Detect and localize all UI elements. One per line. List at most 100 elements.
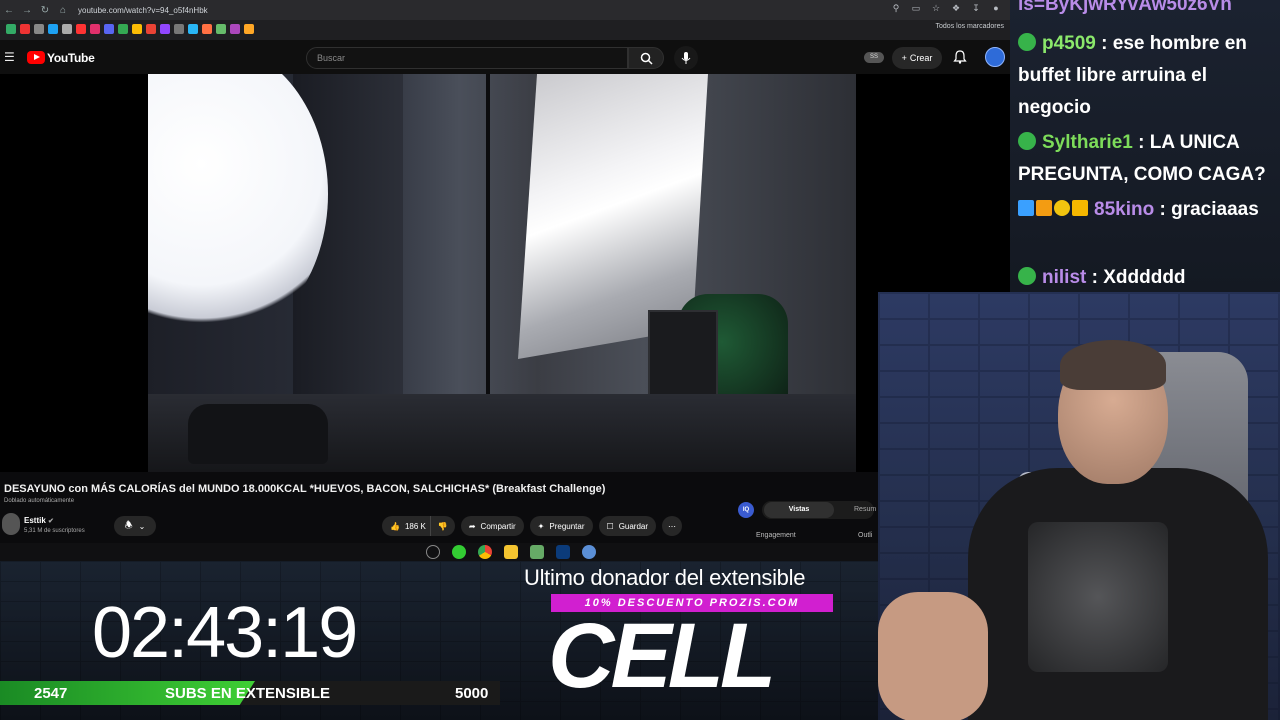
extension-badge[interactable]: SS [864,52,884,63]
chat-text: : graciaaas [1159,199,1259,220]
back-icon[interactable]: ← [0,1,18,19]
create-button[interactable]: + Crear [892,47,942,69]
chat-message-fragment: is=ByKjwRYvAw50z6Vh [1018,0,1232,15]
bookmark-icon[interactable] [20,24,30,34]
iq-badge[interactable]: IQ [738,502,754,518]
verified-icon: ✔ [48,518,54,525]
engagement-label: Engagement [756,532,796,539]
cast-icon[interactable]: ▭ [910,2,922,14]
channel-avatar[interactable] [2,513,20,535]
more-actions-button[interactable]: ⋯ [662,516,683,536]
notifications-bell-icon[interactable] [952,49,968,65]
bookmark-icon[interactable] [48,24,58,34]
bookmark-icon[interactable] [118,24,128,34]
chat-username: 85kino [1094,199,1155,220]
steam-icon[interactable] [426,545,440,559]
spotify-icon[interactable] [452,545,466,559]
youtube-logo-text[interactable]: YouTube [47,51,95,65]
ask-button[interactable]: ✦ Preguntar [529,516,593,536]
youtube-logo-icon[interactable] [27,51,45,64]
webcam-shirt-print [1028,522,1168,672]
tab-summary[interactable]: Resum [854,502,876,518]
chat-badge-icon [1036,199,1052,216]
profile-icon[interactable]: ● [990,2,1002,14]
extension-icon[interactable]: ❖ [950,2,962,14]
taskbar-icons [426,545,596,559]
search-button[interactable] [628,47,664,69]
channel-name-text: Esttik [24,516,46,525]
chat-message: 85kino : graciaaas [1018,194,1278,226]
star-icon[interactable]: ☆ [930,2,942,14]
bookmark-icon[interactable] [188,24,198,34]
video-scene-bag [188,404,328,464]
home-icon[interactable]: ⌂ [54,1,72,19]
promo-banner: 10% DESCUENTO PROZIS.COM [551,594,833,612]
hamburger-menu-icon[interactable]: ☰ [4,50,15,64]
like-button[interactable]: 👍 186 K [382,516,430,536]
bookmarks-folder[interactable]: Todos los marcadores [936,23,1004,30]
bookmark-icon[interactable] [34,24,44,34]
video-actions: 👍 186 K 👎 ➦ Compartir ✦ Preguntar ☐ Guar… [382,516,683,536]
stream-chat: is=ByKjwRYvAw50z6Vh p4509 : ese hombre e… [1010,0,1280,292]
tab-views[interactable]: Vistas [764,502,834,518]
bookmark-icon[interactable] [230,24,240,34]
bookmark-icon[interactable] [132,24,142,34]
bookmark-icon[interactable] [6,24,16,34]
bookmark-icon[interactable] [146,24,156,34]
app-icon[interactable] [530,545,544,559]
last-donor-name: CELL [548,605,776,707]
last-donor-heading: Ultimo donador del extensible [524,565,806,590]
bookmark-save-icon: ☐ [606,521,614,531]
bookmark-icon[interactable] [174,24,184,34]
chat-username: Syltharie1 [1042,132,1133,153]
forward-icon[interactable]: → [18,1,36,19]
sparkle-icon: ✦ [537,521,545,531]
bookmark-icon[interactable] [160,24,170,34]
reload-icon[interactable]: ↻ [36,1,54,19]
chat-badge-icon [1018,131,1036,150]
bookmark-icon[interactable] [76,24,86,34]
user-avatar[interactable] [985,47,1005,67]
microphone-icon [681,51,691,64]
app-icon[interactable] [582,545,596,559]
share-label: Compartir [480,521,516,531]
youtube-header: ☰ YouTube SS + Crear [0,40,1010,74]
channel-name[interactable]: Esttik ✔ [24,516,54,525]
video-player[interactable] [148,74,856,472]
subs-label: SUBS EN EXTENSIBLE [165,685,331,702]
bookmark-icon[interactable] [104,24,114,34]
zoom-icon[interactable]: ⚲ [890,2,902,14]
bookmark-icon[interactable] [202,24,212,34]
analytics-extension-panel: IQ Vistas Resum Engagement Outli [734,498,876,542]
photoshop-icon[interactable] [556,545,570,559]
stream-timer: 02:43:19 [92,593,358,673]
search-box [306,47,628,69]
chrome-icon[interactable] [478,545,492,559]
chevron-down-icon: ⌄ [138,521,146,531]
search-input[interactable] [307,48,607,68]
bookmark-icon[interactable] [244,24,254,34]
voice-search-button[interactable] [674,46,698,70]
ask-label: Preguntar [549,521,585,531]
thumbs-down-icon: 👎 [437,521,448,531]
webcam-streamer-hair [1060,340,1166,390]
chat-badge-icon [1018,199,1034,216]
browser-toolbar: ⚲ ▭ ☆ ❖ ↧ ● [890,2,1002,14]
chat-badge-icon [1018,32,1036,51]
bookmark-icon[interactable] [216,24,226,34]
save-button[interactable]: ☐ Guardar [598,516,657,536]
chat-badge-icon [1072,199,1088,216]
dislike-button[interactable]: 👎 [429,516,455,536]
download-icon[interactable]: ↧ [970,2,982,14]
bookmark-icon[interactable] [62,24,72,34]
more-dots-icon: ⋯ [668,521,677,531]
bell-icon: 🕭 [124,520,133,530]
bookmarks-bar: Todos los marcadores [0,20,1010,38]
share-button[interactable]: ➦ Compartir [460,516,524,536]
bookmark-icon[interactable] [90,24,100,34]
chat-username: nilist [1042,267,1087,288]
outlier-label: Outli [858,532,873,539]
url-text[interactable]: youtube.com/watch?v=94_o5f4nHbk [78,6,208,15]
subscription-bell-button[interactable]: 🕭 ⌄ [114,516,156,536]
folder-icon[interactable] [504,545,518,559]
